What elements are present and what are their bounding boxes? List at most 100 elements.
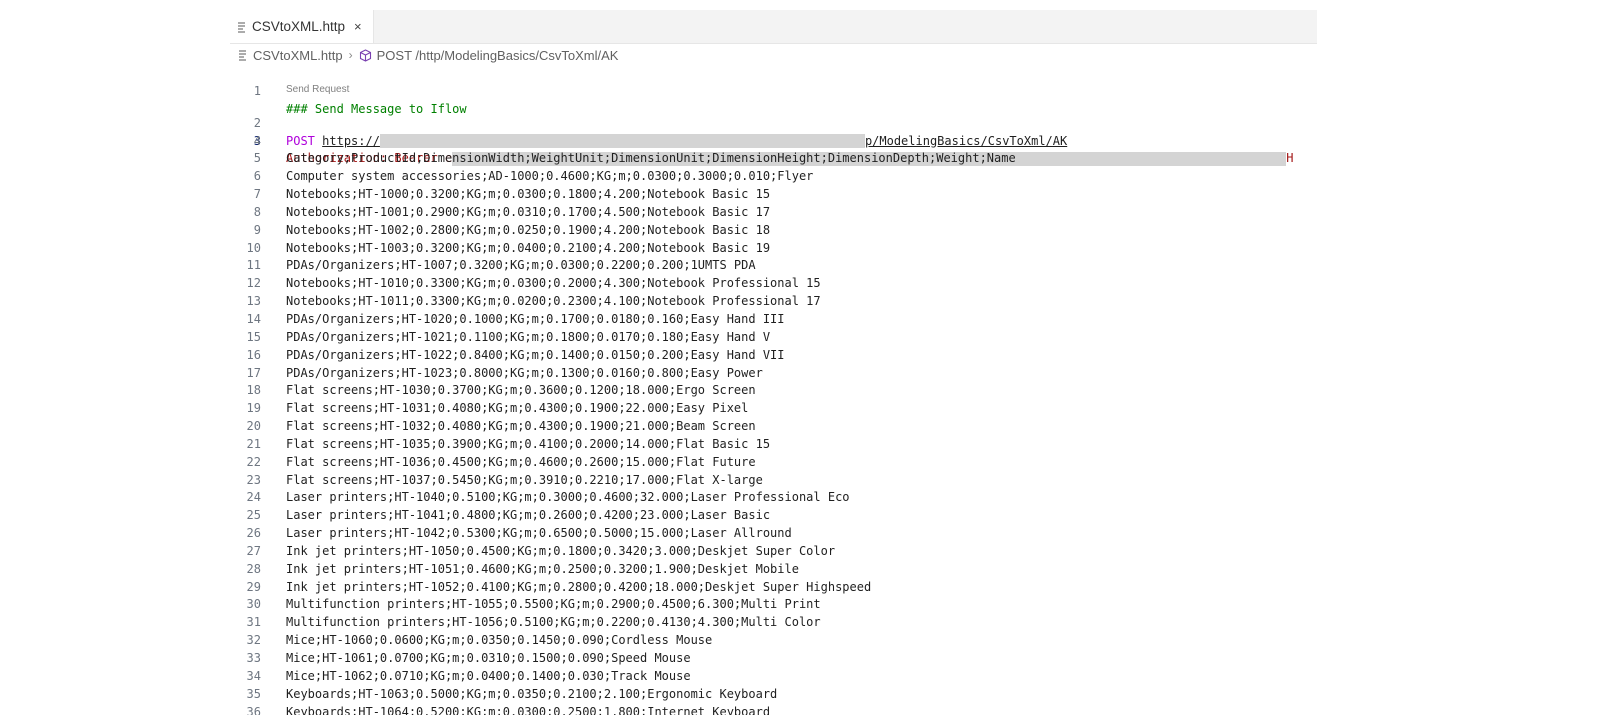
code-line: 26 Laser printers;HT-1042;0.5300;KG;m;0.6…: [230, 525, 1317, 543]
breadcrumb-file[interactable]: CSVtoXML.http: [253, 48, 343, 63]
cube-icon: [359, 48, 372, 62]
csv-line-text: PDAs/Organizers;HT-1023;0.8000;KG;m;0.13…: [286, 365, 763, 380]
csv-line-text: Multifunction printers;HT-1056;0.5100;KG…: [286, 615, 821, 630]
code-line: 34 Mice;HT-1062;0.0710;KG;m;0.0400;0.1400…: [230, 668, 1317, 686]
code-editor[interactable]: 1 ### Send Message to Iflow Send Request…: [230, 65, 1317, 715]
code-line: 13 Notebooks;HT-1011;0.3300;KG;m;0.0200;0…: [230, 293, 1317, 311]
code-line: 5 Category;ProductId;DimensionWidth;Weigh…: [230, 150, 1317, 168]
csv-line-text: Flat screens;HT-1036;0.4500;KG;m;0.4600;…: [286, 454, 756, 469]
code-line: 29 Ink jet printers;HT-1052;0.4100;KG;m;0…: [230, 579, 1317, 597]
csv-line-text: Category;ProductId;DimensionWidth;Weight…: [286, 151, 1016, 166]
code-line: 6 Computer system accessories;AD-1000;0.4…: [230, 168, 1317, 186]
line-number: 6: [253, 169, 261, 184]
csv-line-text: Keyboards;HT-1064;0.5200;KG;m;0.0300;0.2…: [286, 704, 771, 715]
codelens: Send Request: [230, 83, 1317, 97]
code-line: 24 Laser printers;HT-1040;0.5100;KG;m;0.3…: [230, 489, 1317, 507]
code-line: 28 Ink jet printers;HT-1051;0.4600;KG;m;0…: [230, 561, 1317, 579]
code-line: 31 Multifunction printers;HT-1056;0.5100;…: [230, 614, 1317, 632]
code-line: 30 Multifunction printers;HT-1055;0.5500;…: [230, 596, 1317, 614]
line-number: 16: [246, 347, 261, 362]
line-number: 19: [246, 401, 261, 416]
code-line: 4: [230, 133, 1317, 151]
csv-line-text: Notebooks;HT-1010;0.3300;KG;m;0.0300;0.2…: [286, 276, 821, 291]
line-number: 5: [253, 151, 261, 166]
csv-line-text: Mice;HT-1061;0.0700;KG;m;0.0310;0.1500;0…: [286, 651, 691, 665]
line-number: 14: [246, 311, 261, 326]
line-number: 30: [246, 597, 261, 612]
line-number: 26: [246, 526, 261, 541]
line-number: 33: [246, 651, 261, 665]
line-number: 21: [246, 436, 261, 451]
line-number: 20: [246, 419, 261, 434]
csv-line-text: Notebooks;HT-1000;0.3200;KG;m;0.0300;0.1…: [286, 187, 771, 202]
code-line: 8 Notebooks;HT-1001;0.2900;KG;m;0.0310;0.…: [230, 204, 1317, 222]
code-line: 16 PDAs/Organizers;HT-1022;0.8400;KG;m;0.…: [230, 347, 1317, 365]
tab-bar: CSVtoXML.http ×: [230, 10, 1317, 44]
line-number: 4: [253, 133, 261, 148]
csv-line-text: PDAs/Organizers;HT-1007;0.3200;KG;m;0.03…: [286, 258, 756, 273]
code-line: 15 PDAs/Organizers;HT-1021;0.1100;KG;m;0.…: [230, 329, 1317, 347]
line-number: 22: [246, 454, 261, 469]
csv-line-text: Flat screens;HT-1031;0.4080;KG;m;0.4300;…: [286, 401, 749, 416]
line-number: 11: [246, 258, 261, 273]
csv-line-text: Notebooks;HT-1001;0.2900;KG;m;0.0310;0.1…: [286, 204, 771, 219]
code-line: 33 Mice;HT-1061;0.0700;KG;m;0.0310;0.1500…: [230, 650, 1317, 668]
code-line: 17 PDAs/Organizers;HT-1023;0.8000;KG;m;0.…: [230, 365, 1317, 383]
csv-line-text: Flat screens;HT-1030;0.3700;KG;m;0.3600;…: [286, 383, 756, 398]
line-number: 32: [246, 633, 261, 648]
code-line: 25 Laser printers;HT-1041;0.4800;KG;m;0.2…: [230, 507, 1317, 525]
code-line: 36 Keyboards;HT-1064;0.5200;KG;m;0.0300;0…: [230, 704, 1317, 715]
line-number: 15: [246, 329, 261, 344]
tab-label: CSVtoXML.http: [252, 19, 346, 34]
breadcrumb-request[interactable]: POST /http/ModelingBasics/CsvToXml/AK: [377, 48, 619, 63]
code-line: 9 Notebooks;HT-1002;0.2800;KG;m;0.0250;0.…: [230, 222, 1317, 240]
line-number: 34: [246, 668, 261, 683]
code-line: 27 Ink jet printers;HT-1050;0.4500;KG;m;0…: [230, 543, 1317, 561]
code-line: 32 Mice;HT-1060;0.0600;KG;m;0.0350;0.1450…: [230, 632, 1317, 650]
line-number: 35: [246, 686, 261, 701]
tab-csvtoxml[interactable]: CSVtoXML.http ×: [230, 10, 374, 43]
csv-line-text: Ink jet printers;HT-1051;0.4600;KG;m;0.2…: [286, 561, 799, 576]
csv-line-text: PDAs/Organizers;HT-1020;0.1000;KG;m;0.17…: [286, 311, 785, 326]
csv-line-text: Notebooks;HT-1003;0.3200;KG;m;0.0400;0.2…: [286, 240, 771, 255]
breadcrumb: CSVtoXML.http › POST /http/ModelingBasic…: [230, 44, 1317, 66]
csv-body: 4 5 Category;ProductId;DimensionWidth;Weig…: [230, 133, 1317, 715]
csv-line-text: Flat screens;HT-1035;0.3900;KG;m;0.4100;…: [286, 436, 771, 451]
code-line: 3 Authorization: Bearer eH: [230, 115, 1317, 166]
line-number: 9: [253, 222, 261, 237]
line-number: 18: [246, 383, 261, 398]
line-number: 13: [246, 294, 261, 309]
csv-line-text: Notebooks;HT-1011;0.3300;KG;m;0.0200;0.2…: [286, 294, 821, 309]
code-line: 35 Keyboards;HT-1063;0.5000;KG;m;0.0350;0…: [230, 686, 1317, 704]
line-number: 29: [246, 579, 261, 594]
csv-line-text: PDAs/Organizers;HT-1021;0.1100;KG;m;0.18…: [286, 329, 771, 344]
file-lines-icon: [238, 49, 247, 61]
editor-window: CSVtoXML.http × CSVtoXML.http › POST /ht…: [230, 10, 1317, 715]
code-line: 7 Notebooks;HT-1000;0.3200;KG;m;0.0300;0.…: [230, 186, 1317, 204]
line-number: 8: [253, 204, 261, 219]
code-line: 18 Flat screens;HT-1030;0.3700;KG;m;0.360…: [230, 382, 1317, 400]
csv-line-text: Flat screens;HT-1032;0.4080;KG;m;0.4300;…: [286, 419, 756, 434]
code-line: 19 Flat screens;HT-1031;0.4080;KG;m;0.430…: [230, 400, 1317, 418]
code-line: 10 Notebooks;HT-1003;0.3200;KG;m;0.0400;0…: [230, 240, 1317, 258]
code-line: 12 Notebooks;HT-1010;0.3300;KG;m;0.0300;0…: [230, 275, 1317, 293]
breadcrumb-separator: ›: [348, 48, 353, 62]
line-number: 7: [253, 187, 261, 202]
close-icon[interactable]: ×: [354, 20, 362, 33]
csv-line-text: Multifunction printers;HT-1055;0.5500;KG…: [286, 597, 821, 612]
csv-line-text: PDAs/Organizers;HT-1022;0.8400;KG;m;0.14…: [286, 347, 785, 362]
csv-line-text: Mice;HT-1060;0.0600;KG;m;0.0350;0.1450;0…: [286, 633, 713, 648]
csv-line-text: Computer system accessories;AD-1000;0.46…: [286, 169, 814, 184]
code-line: 2 POST https://p/ModelingBasics/CsvToXml…: [230, 97, 1317, 149]
file-lines-icon: [237, 21, 246, 33]
csv-line-text: Mice;HT-1062;0.0710;KG;m;0.0400;0.1400;0…: [286, 668, 691, 683]
line-number: 24: [246, 490, 261, 505]
csv-line-text: Laser printers;HT-1042;0.5300;KG;m;0.650…: [286, 526, 792, 541]
line-number: 36: [246, 704, 261, 715]
line-number: 23: [246, 472, 261, 487]
code-line: 14 PDAs/Organizers;HT-1020;0.1000;KG;m;0.…: [230, 311, 1317, 329]
send-request-link[interactable]: Send Request: [286, 83, 349, 97]
code-line: 23 Flat screens;HT-1037;0.5450;KG;m;0.391…: [230, 472, 1317, 490]
csv-line-text: Laser printers;HT-1041;0.4800;KG;m;0.260…: [286, 508, 771, 523]
code-line: 1 ### Send Message to Iflow: [230, 65, 1317, 116]
